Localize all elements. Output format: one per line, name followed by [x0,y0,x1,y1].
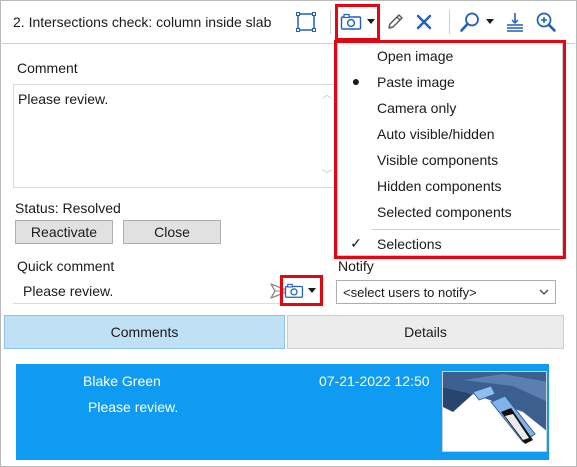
menu-item-visible-components[interactable]: Visible components [338,147,562,173]
toolbar-divider [330,10,331,34]
bullet-icon: ● [351,73,361,89]
zoom-icon [459,11,481,33]
clip-plane-icon [504,11,526,33]
menu-divider [372,229,560,230]
dropdown-caret-icon [307,287,317,295]
menu-item-camera-only[interactable]: Camera only [338,95,562,121]
comment-text: Please review. [18,91,109,107]
comment-scrollbar[interactable]: ︿ ﹀ [322,89,332,183]
menu-item-selected-components[interactable]: Selected components [338,199,562,225]
camera-options-menu: Open image ● Paste image Camera only Aut… [337,40,563,256]
comment-body: Please review. [88,399,179,415]
menu-item-label: Paste image [377,74,455,90]
edit-button[interactable] [383,9,407,35]
comment-label: Comment [17,60,78,76]
menu-item-label: Auto visible/hidden [377,126,495,142]
menu-item-open-image[interactable]: Open image [338,43,562,69]
menu-item-selections[interactable]: ✓ Selections [338,231,562,257]
quick-comment-label: Quick comment [17,258,115,274]
close-x-icon [416,14,432,30]
comment-list: Blake Green 07-21-2022 12:50 Please revi… [3,350,573,464]
comment-thumbnail[interactable] [442,371,547,452]
quick-comment-input[interactable]: Please review. [13,278,290,304]
zoom-button[interactable] [458,9,482,35]
toolbar-divider [449,10,450,34]
tab-details[interactable]: Details [287,315,564,349]
zoom-dropdown-button[interactable] [483,9,497,35]
menu-item-label: Hidden components [377,178,502,194]
menu-item-label: Selected components [377,204,512,220]
zoom-in-icon [535,11,557,33]
select-area-icon [295,11,317,33]
camera-dropdown-button[interactable] [364,9,378,35]
clip-plane-button[interactable] [503,9,527,35]
quick-camera-button[interactable] [283,280,305,302]
comment-author: Blake Green [83,373,161,389]
scroll-up-icon[interactable]: ︿ [322,91,332,101]
close-button[interactable]: Close [123,220,221,244]
chevron-down-icon [538,285,550,301]
camera-icon [284,283,304,299]
comment-date: 07-21-2022 12:50 [319,373,430,389]
notify-select-value: <select users to notify> [343,285,477,300]
zoom-in-button[interactable] [533,9,559,35]
quick-camera-dropdown-button[interactable] [306,280,318,302]
notify-label: Notify [338,258,374,274]
menu-item-hidden-components[interactable]: Hidden components [338,173,562,199]
comment-textarea[interactable]: Please review. ︿ ﹀ [13,84,335,188]
menu-item-auto-visible-hidden[interactable]: Auto visible/hidden [338,121,562,147]
scroll-down-icon[interactable]: ﹀ [322,171,332,181]
tab-comments[interactable]: Comments [4,315,285,349]
dropdown-caret-icon [485,18,495,26]
dropdown-caret-icon [366,18,376,26]
comment-card[interactable]: Blake Green 07-21-2022 12:50 Please revi… [16,364,549,460]
menu-item-paste-image[interactable]: ● Paste image [338,69,562,95]
notify-select[interactable]: <select users to notify> [336,280,556,304]
camera-icon [340,13,362,31]
menu-item-label: Camera only [377,100,457,116]
select-area-button[interactable] [293,9,319,35]
camera-button[interactable] [339,9,363,35]
menu-item-label: Open image [377,48,454,64]
menu-item-label: Selections [377,236,442,252]
status-text: Status: Resolved [15,200,121,216]
page-title: 2. Intersections check: column inside sl… [13,14,272,30]
pencil-icon [385,12,405,32]
menu-item-label: Visible components [377,152,499,168]
delete-button[interactable] [412,9,436,35]
reactivate-button[interactable]: Reactivate [15,220,113,244]
quick-comment-text: Please review. [23,283,114,299]
checkmark-icon: ✓ [350,235,362,251]
